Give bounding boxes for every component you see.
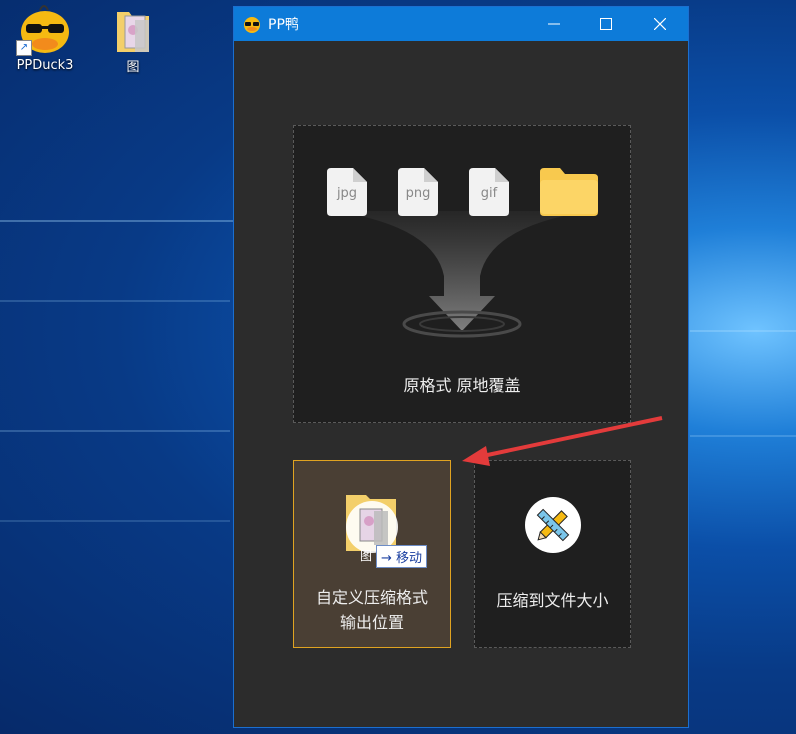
desktop-icon-folder[interactable]: 图: [97, 2, 169, 75]
drop-zone-custom-output[interactable]: 图 → 移动 自定义压缩格式 输出位置: [293, 460, 451, 648]
app-window: PP鸭 jpg png gif 原格式 原地覆盖 图 → 移动 自定义压缩格式 …: [233, 6, 689, 728]
folder-icon: [540, 166, 598, 216]
drop-zone-target-size[interactable]: 压缩到文件大小: [474, 460, 631, 648]
folder-icon: [115, 6, 151, 54]
wallpaper-streak: [0, 220, 240, 222]
custom-output-line2: 输出位置: [339, 613, 404, 632]
wallpaper-streak: [0, 520, 230, 522]
move-tooltip: → 移动: [376, 545, 428, 568]
duck-icon: [244, 17, 260, 33]
gif-file-icon: gif: [469, 168, 509, 216]
minimize-icon: [548, 23, 560, 25]
jpg-file-icon: jpg: [327, 168, 367, 216]
window-title: PP鸭: [268, 17, 299, 33]
wallpaper-streak: [0, 300, 230, 302]
desktop-icon-label: 图: [126, 60, 140, 75]
desktop-icon-label: PPDuck3: [16, 58, 74, 73]
wallpaper-streak: [690, 330, 796, 332]
wallpaper-streak: [0, 430, 230, 432]
file-type-label: jpg: [336, 186, 358, 201]
arrow-right-icon: →: [381, 551, 392, 566]
file-type-label: gif: [480, 186, 498, 201]
file-type-label: png: [405, 186, 431, 201]
shortcut-arrow-icon: ↗: [16, 40, 32, 56]
minimize-button[interactable]: [526, 7, 582, 41]
close-button[interactable]: [632, 7, 688, 41]
custom-output-line1: 自定义压缩格式: [315, 588, 428, 607]
maximize-icon: [600, 18, 612, 30]
overwrite-caption: 原格式 原地覆盖: [403, 376, 521, 395]
png-file-icon: png: [398, 168, 438, 216]
move-tooltip-text: 移动: [396, 551, 423, 566]
title-bar[interactable]: PP鸭: [234, 7, 688, 41]
wallpaper-streak: [690, 435, 796, 437]
drag-item-label: 图: [360, 549, 373, 563]
maximize-button[interactable]: [578, 7, 634, 41]
target-size-caption: 压缩到文件大小: [496, 591, 609, 610]
desktop-icon-ppduck[interactable]: ↗ PPDuck3: [9, 2, 81, 73]
duck-icon: ↗: [16, 2, 72, 56]
drop-zone-overwrite[interactable]: jpg png gif 原格式 原地覆盖: [293, 125, 631, 423]
close-icon: [654, 18, 666, 30]
custom-output-caption: 自定义压缩格式 输出位置: [294, 585, 450, 635]
ruler-pencil-icon: [525, 497, 581, 553]
